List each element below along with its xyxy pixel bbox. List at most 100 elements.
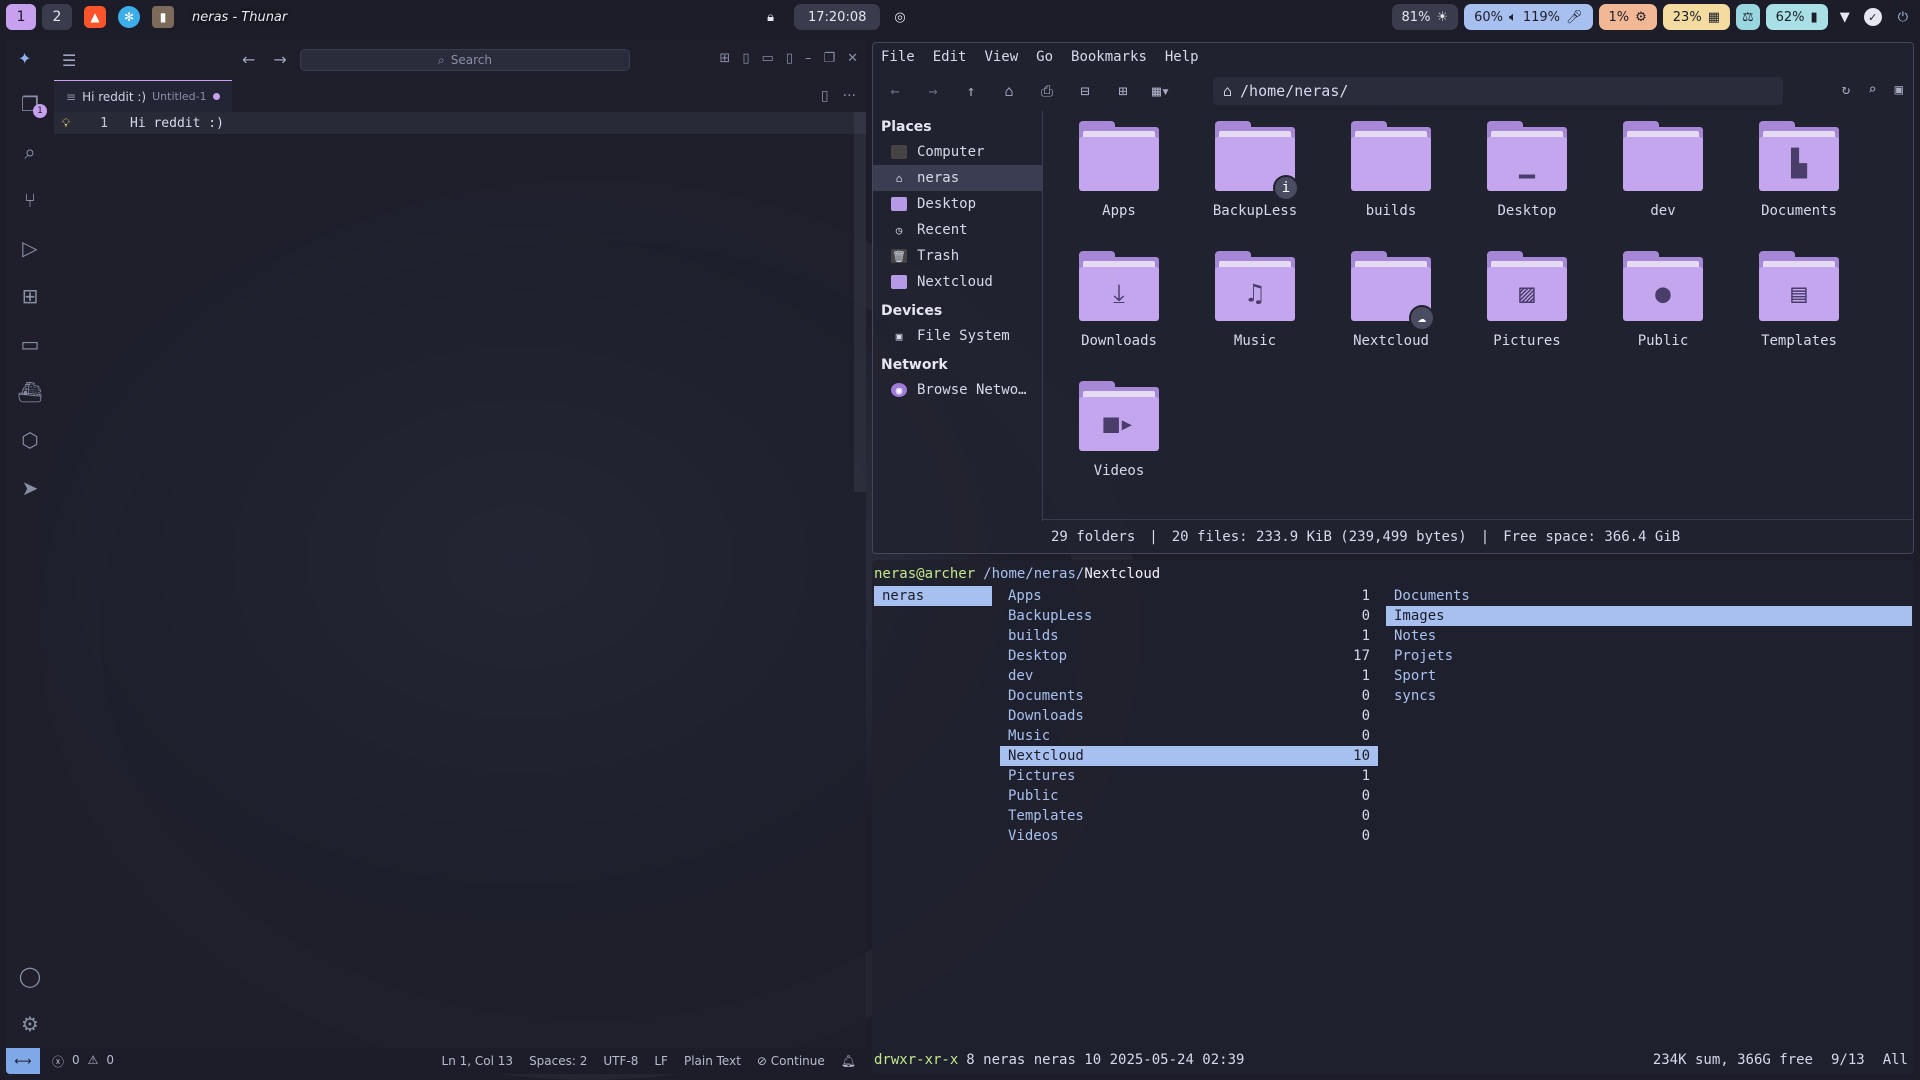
list-item[interactable]: neras: [874, 586, 992, 606]
encoding[interactable]: UTF-8: [603, 1054, 638, 1068]
lightbulb-icon[interactable]: 💡︎: [54, 116, 78, 131]
power-icon[interactable]: ⏻: [1898, 10, 1908, 25]
zoom-out-icon[interactable]: ⊟: [1075, 82, 1095, 100]
problems-indicator[interactable]: ⓧ 0 ⚠ 0: [52, 1053, 114, 1070]
location-bar[interactable]: ⌂ /home/neras/: [1213, 77, 1783, 105]
battery-indicator[interactable]: 62% ▮: [1765, 4, 1828, 30]
tab-untitled-1[interactable]: ≡ Hi reddit :) Untitled-1: [54, 80, 232, 112]
sidebar-item-nextcloud[interactable]: Nextcloud: [873, 269, 1042, 295]
memory-indicator[interactable]: 23% ▦: [1662, 4, 1730, 30]
folder-public[interactable]: ● Public: [1595, 251, 1731, 381]
view-mode-icon[interactable]: ▦▾: [1151, 82, 1171, 100]
customize-layout-icon[interactable]: ⊞: [719, 51, 730, 66]
explorer-icon[interactable]: ❐ 1: [6, 80, 54, 128]
editor-area[interactable]: 💡︎ 1 Hi reddit :): [54, 112, 866, 1048]
reload-icon[interactable]: ↻: [1842, 82, 1850, 98]
parent-folder-icon[interactable]: ↑: [961, 82, 981, 100]
forward-icon[interactable]: →: [923, 82, 943, 100]
terminal-window[interactable]: neras@archer /home/neras/Nextcloud neras…: [872, 560, 1914, 1074]
list-item[interactable]: Projets: [1386, 646, 1912, 666]
cursor-position[interactable]: Ln 1, Col 13: [442, 1054, 514, 1068]
folder-documents[interactable]: ▙ Documents: [1731, 121, 1867, 251]
list-item[interactable]: Desktop 17: [1000, 646, 1378, 666]
sidebar-item-browse-network[interactable]: ◉ Browse Netwo…: [873, 377, 1042, 403]
list-item[interactable]: Public 0: [1000, 786, 1378, 806]
zoom-in-icon[interactable]: ⊞: [1113, 82, 1133, 100]
menu-view[interactable]: View: [984, 49, 1018, 65]
sidebar-item-recent[interactable]: ◷ Recent: [873, 217, 1042, 243]
folder-videos[interactable]: ■▸ Videos: [1051, 381, 1187, 511]
sidebar-item-trash[interactable]: 🗑︎ Trash: [873, 243, 1042, 269]
menu-file[interactable]: File: [881, 49, 915, 65]
sidebar-item-file-system[interactable]: ▣ File System: [873, 323, 1042, 349]
toggle-sidebar-icon[interactable]: ▯: [742, 51, 749, 66]
kite-icon[interactable]: ➤: [6, 464, 54, 512]
wifi-icon[interactable]: ▼: [1840, 10, 1850, 25]
clock[interactable]: 17:20:08: [793, 4, 881, 30]
folder-desktop[interactable]: ▁ Desktop: [1459, 121, 1595, 251]
minimize-icon[interactable]: –: [805, 51, 812, 66]
list-item[interactable]: Documents: [1386, 586, 1912, 606]
openai-icon[interactable]: ⬡: [6, 416, 54, 464]
list-item[interactable]: BackupLess 0: [1000, 606, 1378, 626]
continue-status[interactable]: ⊘ Continue: [757, 1054, 825, 1068]
menu-help[interactable]: Help: [1165, 49, 1199, 65]
cpu-indicator[interactable]: 1% ⚙: [1598, 4, 1657, 30]
more-actions-icon[interactable]: ···: [843, 88, 856, 104]
eye-off-icon[interactable]: ◎: [894, 10, 905, 25]
folder-pictures[interactable]: ▨ Pictures: [1459, 251, 1595, 381]
search-icon[interactable]: ⌕: [1868, 82, 1876, 98]
power-profile-indicator[interactable]: ⚖: [1735, 4, 1760, 30]
workspace-1[interactable]: 1: [6, 4, 36, 30]
list-item-selected[interactable]: Nextcloud 10: [1000, 746, 1378, 766]
list-item[interactable]: Apps 1: [1000, 586, 1378, 606]
list-item[interactable]: Downloads 0: [1000, 706, 1378, 726]
command-search[interactable]: ⌕ Search: [300, 49, 630, 71]
search-view-icon[interactable]: ⌕: [6, 128, 54, 176]
sidebar-item-computer[interactable]: Computer: [873, 139, 1042, 165]
remote-explorer-icon[interactable]: ▭: [6, 320, 54, 368]
unsaved-dot-icon[interactable]: [212, 93, 220, 100]
user-folder-icon[interactable]: ⎙: [1037, 82, 1057, 100]
audio-indicator[interactable]: 60% 🔈︎ 119% 🎤︎: [1464, 4, 1593, 30]
extensions-icon[interactable]: ⊞: [6, 272, 54, 320]
docker-icon[interactable]: ⛴: [6, 368, 54, 416]
split-editor-icon[interactable]: ▯: [821, 88, 829, 104]
sidebar-item-neras[interactable]: ⌂ neras: [873, 165, 1042, 191]
language-mode[interactable]: Plain Text: [684, 1054, 741, 1068]
list-item[interactable]: Pictures 1: [1000, 766, 1378, 786]
folder-music[interactable]: ♫ Music: [1187, 251, 1323, 381]
menu-bookmarks[interactable]: Bookmarks: [1071, 49, 1147, 65]
list-item[interactable]: Documents 0: [1000, 686, 1378, 706]
check-icon[interactable]: ✓: [1863, 8, 1882, 26]
folder-dev[interactable]: dev: [1595, 121, 1731, 251]
settings-gear-icon[interactable]: ⚙: [6, 1000, 54, 1048]
folder-apps[interactable]: Apps: [1051, 121, 1187, 251]
terminal-icon[interactable]: ▣: [1895, 82, 1903, 98]
list-item[interactable]: dev 1: [1000, 666, 1378, 686]
list-item[interactable]: Notes: [1386, 626, 1912, 646]
code-line[interactable]: 💡︎ 1 Hi reddit :): [54, 112, 866, 134]
bell-icon[interactable]: 🔔︎: [841, 1054, 856, 1068]
source-control-icon[interactable]: ⑂: [6, 176, 54, 224]
folder-builds[interactable]: builds: [1323, 121, 1459, 251]
close-icon[interactable]: ✕: [847, 51, 858, 66]
editor-scrollbar[interactable]: [854, 112, 866, 492]
list-item[interactable]: builds 1: [1000, 626, 1378, 646]
run-debug-icon[interactable]: ▷: [6, 224, 54, 272]
indentation[interactable]: Spaces: 2: [529, 1054, 587, 1068]
brightness-indicator[interactable]: 81% ☀: [1391, 4, 1459, 30]
toggle-secondary-sidebar-icon[interactable]: ▯: [786, 51, 793, 66]
account-icon[interactable]: ◯: [6, 952, 54, 1000]
folder-downloads[interactable]: ⤓ Downloads: [1051, 251, 1187, 381]
forward-arrow-icon[interactable]: →: [273, 50, 286, 69]
toggle-panel-icon[interactable]: ▭: [761, 51, 773, 66]
menu-go[interactable]: Go: [1036, 49, 1053, 65]
maximize-icon[interactable]: ❐: [823, 51, 835, 66]
back-icon[interactable]: ←: [885, 82, 905, 100]
line-ending[interactable]: LF: [654, 1054, 668, 1068]
folder-nextcloud[interactable]: ☁ Nextcloud: [1323, 251, 1459, 381]
home-icon[interactable]: ⌂: [999, 82, 1019, 100]
hamburger-menu-icon[interactable]: ☰: [62, 51, 76, 70]
menu-edit[interactable]: Edit: [933, 49, 967, 65]
